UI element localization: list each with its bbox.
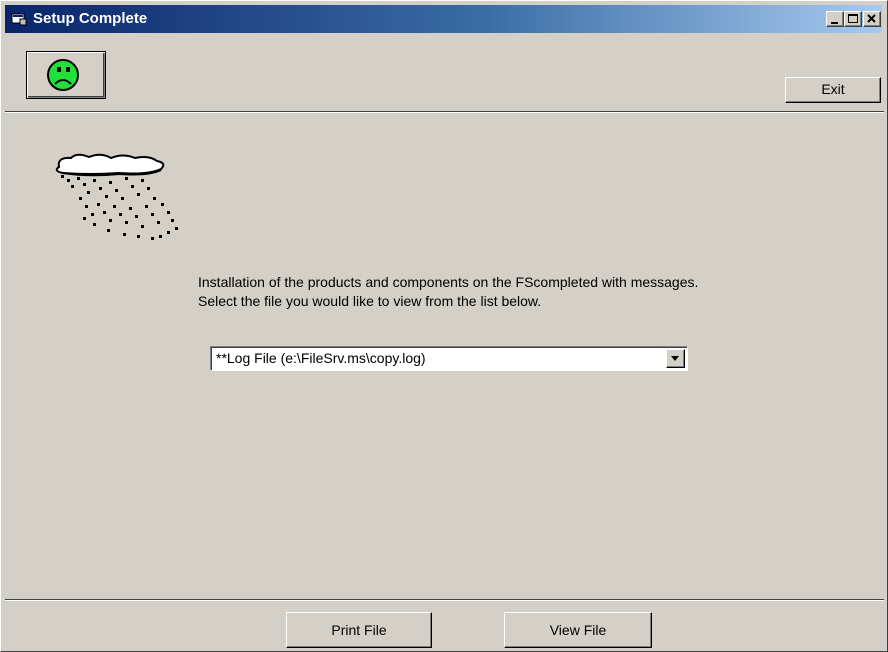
message-line-1: Installation of the products and compone… — [198, 274, 699, 290]
close-button[interactable] — [863, 11, 881, 27]
window-title: Setup Complete — [33, 10, 148, 27]
status-button[interactable] — [26, 51, 106, 99]
header-divider-highlight — [5, 112, 884, 113]
maximize-button[interactable] — [844, 11, 862, 27]
message-line-2: Select the file you would like to view f… — [198, 293, 542, 309]
maximize-icon — [848, 14, 858, 23]
file-select-dropdown[interactable]: **Log File (e:\FileSrv.ms\copy.log) — [210, 346, 688, 371]
exit-button-label: Exit — [821, 81, 845, 97]
completion-message: Installation of the products and compone… — [198, 273, 698, 311]
sad-face-icon — [47, 59, 79, 91]
exit-button[interactable]: Exit — [785, 77, 881, 103]
dropdown-button[interactable] — [666, 349, 685, 368]
setup-complete-window: Setup Complete Exit Installation of the … — [0, 0, 888, 652]
setup-app-icon — [11, 13, 27, 26]
title-bar[interactable]: Setup Complete — [5, 5, 882, 33]
view-file-button[interactable]: View File — [504, 612, 652, 648]
file-select-value: **Log File (e:\FileSrv.ms\copy.log) — [216, 350, 426, 366]
rain-cloud-icon — [55, 153, 178, 240]
footer-divider-highlight — [5, 600, 884, 601]
print-file-label: Print File — [331, 622, 387, 638]
close-icon — [867, 14, 876, 23]
minimize-button[interactable] — [826, 11, 844, 27]
print-file-button[interactable]: Print File — [286, 612, 432, 648]
view-file-label: View File — [549, 622, 607, 638]
chevron-down-icon — [671, 356, 679, 361]
minimize-icon — [831, 22, 838, 24]
